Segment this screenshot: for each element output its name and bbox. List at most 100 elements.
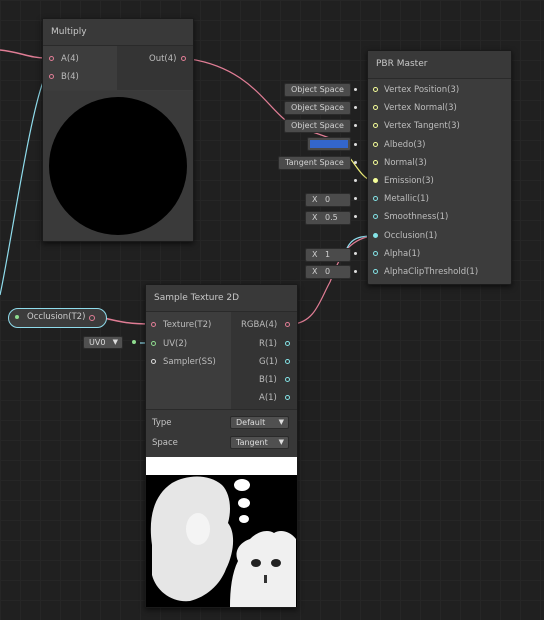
pbr-port-occlusion-label: Occlusion(1) [384, 230, 438, 241]
sample-settings-panel: Type Default ▼ Space Tangent ▼ [146, 409, 297, 458]
pbr-port-alpha-clip-threshold[interactable]: AlphaClipThreshold(1) [370, 265, 508, 279]
pbr-port-alpha-dot[interactable] [373, 250, 378, 256]
texture-input-port[interactable]: Texture(T2) [163, 319, 211, 331]
pbr-port-vertex-normal-connector [354, 106, 357, 110]
rgba-output-dot[interactable] [285, 322, 290, 327]
pbr-master-title: PBR Master [368, 51, 511, 79]
multiply-port-b-dot[interactable] [49, 74, 54, 79]
pbr-port-metallic-dot[interactable] [373, 196, 378, 202]
pbr-port-albedo-label: Albedo(3) [384, 139, 426, 150]
multiply-preview-sphere [49, 97, 187, 235]
sampler-input-port[interactable]: Sampler(SS) [163, 356, 216, 368]
rgba-output-port[interactable]: RGBA(4) [241, 319, 277, 331]
a-output-port[interactable]: A(1) [259, 392, 277, 404]
uv-input-dot[interactable] [151, 341, 156, 346]
b-output-dot[interactable] [285, 377, 290, 382]
pbr-port-albedo-dot[interactable] [373, 141, 378, 147]
wire-property-to-texture [99, 316, 151, 325]
pbr-port-occlusion-dot[interactable] [373, 232, 378, 238]
pbr-port-occlusion[interactable]: Occlusion(1) [370, 229, 508, 243]
pbr-port-albedo[interactable]: Albedo(3) [370, 138, 508, 152]
r-output-dot[interactable] [285, 341, 290, 346]
pbr-port-vertex-tangent-connector [354, 124, 357, 128]
pbr-port-smoothness-label: Smoothness(1) [384, 212, 449, 223]
pbr-port-emission[interactable]: Emission(3) [370, 174, 508, 188]
vertex-position-space-field[interactable]: Object Space [284, 83, 351, 97]
vertex-tangent-space-field[interactable]: Object Space [284, 119, 351, 133]
g-output-port[interactable]: G(1) [259, 356, 278, 368]
alpha-value[interactable]: 1 [325, 249, 330, 261]
uv-channel-value: UV0 [89, 338, 106, 347]
uv-channel-dropdown[interactable]: UV0 ▼ [83, 336, 123, 349]
multiply-port-b[interactable]: B(4) [61, 71, 79, 83]
albedo-color-swatch [310, 140, 348, 148]
wire-offscreen-to-multiply-a [0, 49, 46, 59]
sampler-input-dot[interactable] [151, 359, 156, 364]
multiply-inputs-panel [43, 46, 117, 90]
texture-input-dot[interactable] [151, 322, 156, 327]
alpha-value-label: X [312, 250, 318, 259]
pbr-port-alpha-clip-threshold-label: AlphaClipThreshold(1) [384, 267, 479, 277]
b-output-port[interactable]: B(1) [259, 374, 277, 386]
multiply-node[interactable]: Multiply A(4) B(4) Out(4) [42, 18, 194, 242]
pbr-port-vertex-tangent[interactable]: Vertex Tangent(3) [370, 119, 508, 133]
property-output-dot[interactable] [89, 315, 95, 321]
pbr-port-vertex-normal[interactable]: Vertex Normal(3) [370, 101, 508, 115]
multiply-preview [43, 91, 193, 241]
alpha-clip-value-field[interactable]: X 0 [305, 265, 351, 279]
pbr-port-normal-connector [354, 160, 357, 164]
alpha-clip-value[interactable]: 0 [325, 266, 330, 278]
pbr-port-vertex-position[interactable]: Vertex Position(3) [370, 83, 508, 97]
smoothness-value-field[interactable]: X 0.5 [305, 211, 351, 225]
multiply-port-out[interactable]: Out(4) [149, 53, 176, 65]
pbr-port-vertex-position-connector [354, 88, 357, 91]
pbr-port-vertex-tangent-label: Vertex Tangent(3) [384, 121, 460, 132]
pbr-port-emission-label: Emission(3) [384, 176, 434, 186]
g-output-dot[interactable] [285, 359, 290, 364]
alpha-value-field[interactable]: X 1 [305, 248, 351, 262]
type-label: Type [152, 418, 172, 428]
shader-graph-canvas[interactable]: Multiply A(4) B(4) Out(4) PBR Master Ver… [0, 0, 544, 620]
multiply-port-a[interactable]: A(4) [61, 53, 79, 65]
pbr-port-alpha[interactable]: Alpha(1) [370, 247, 508, 261]
pbr-port-metallic[interactable]: Metallic(1) [370, 192, 508, 206]
albedo-color-field[interactable] [307, 137, 351, 151]
uv-input-port[interactable]: UV(2) [163, 338, 187, 350]
metallic-value-field[interactable]: X 0 [305, 193, 351, 207]
pbr-port-emission-dot[interactable] [373, 178, 378, 183]
space-value: Tangent [236, 438, 268, 447]
type-dropdown[interactable]: Default ▼ [230, 416, 289, 429]
texture-preview [146, 457, 297, 607]
pbr-port-vertex-tangent-dot[interactable] [373, 123, 378, 129]
pbr-port-metallic-connector [354, 197, 357, 201]
texture-preview-image [146, 457, 297, 607]
pbr-port-normal-dot[interactable] [373, 159, 378, 165]
a-output-dot[interactable] [285, 395, 290, 400]
uv-output-dot[interactable] [132, 340, 136, 344]
r-output-port[interactable]: R(1) [259, 338, 277, 350]
multiply-title: Multiply [43, 19, 193, 46]
multiply-port-out-dot[interactable] [181, 56, 186, 61]
chevron-down-icon: ▼ [278, 418, 284, 426]
occlusion-property-node[interactable]: Occlusion(T2) [8, 308, 107, 328]
pbr-port-alpha-label: Alpha(1) [384, 248, 421, 259]
pbr-port-smoothness[interactable]: Smoothness(1) [370, 210, 508, 224]
sample-texture-title: Sample Texture 2D [146, 285, 297, 312]
space-dropdown[interactable]: Tangent ▼ [230, 436, 289, 449]
pbr-port-vertex-normal-dot[interactable] [373, 105, 378, 111]
chevron-down-icon: ▼ [112, 338, 118, 346]
pbr-port-normal-label: Normal(3) [384, 157, 427, 168]
normal-space-field[interactable]: Tangent Space [278, 156, 351, 170]
smoothness-value[interactable]: 0.5 [325, 212, 338, 224]
multiply-port-a-dot[interactable] [49, 56, 54, 61]
pbr-port-smoothness-dot[interactable] [373, 214, 378, 220]
pbr-port-alpha-clip-threshold-dot[interactable] [373, 269, 378, 274]
vertex-normal-space-field[interactable]: Object Space [284, 101, 351, 115]
type-value: Default [236, 418, 266, 427]
metallic-value[interactable]: 0 [325, 194, 330, 206]
pbr-port-vertex-position-dot[interactable] [373, 87, 378, 92]
pbr-port-vertex-normal-label: Vertex Normal(3) [384, 103, 457, 114]
sample-texture-2d-node[interactable]: Sample Texture 2D Texture(T2) UV(2) Samp… [145, 284, 298, 608]
pbr-port-normal[interactable]: Normal(3) [370, 156, 508, 170]
pbr-port-emission-connector [354, 179, 357, 182]
